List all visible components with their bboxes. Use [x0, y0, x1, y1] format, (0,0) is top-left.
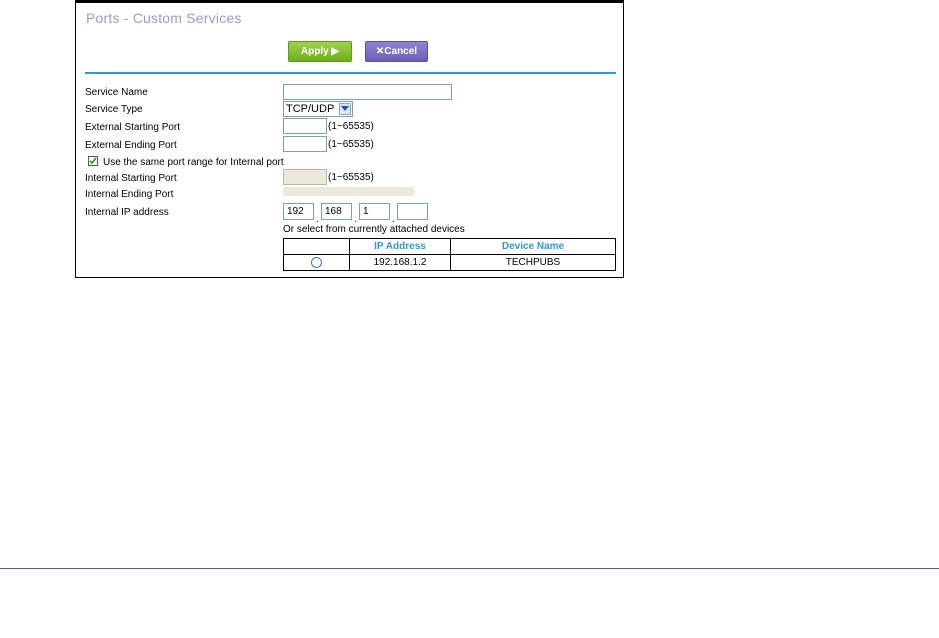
custom-services-panel: Ports - Custom Services Apply ▶ ✕Cancel …: [75, 0, 624, 278]
divider: [85, 72, 616, 74]
device-radio-button[interactable]: [311, 256, 322, 268]
device-name-cell: TECHPUBS: [450, 254, 616, 271]
page-title: Ports - Custom Services: [86, 10, 242, 26]
internal-ip-label: Internal IP address: [85, 207, 169, 218]
internal-ending-port-label: Internal Ending Port: [85, 189, 174, 200]
table-row[interactable]: 192.168.1.2 TECHPUBS: [283, 254, 616, 271]
ip-octet-2-input[interactable]: [321, 203, 352, 220]
internal-starting-port-input[interactable]: [283, 169, 327, 185]
page-footer-rule: [0, 568, 939, 569]
apply-button[interactable]: Apply ▶: [288, 41, 352, 62]
external-starting-port-label: External Starting Port: [85, 122, 181, 133]
attached-devices-table: IP Address Device Name 192.168.1.2 TECHP…: [283, 238, 616, 271]
service-type-value: TCP/UDP: [286, 103, 335, 115]
device-ip-cell: 192.168.1.2: [349, 254, 451, 271]
ip-octet-3-input[interactable]: [359, 203, 390, 220]
internal-ending-port-field: [283, 187, 414, 196]
internal-starting-port-range: (1~65535): [328, 172, 374, 183]
ip-octet-4-input[interactable]: [397, 203, 428, 220]
column-header-select: [283, 238, 350, 255]
cancel-button[interactable]: ✕Cancel: [365, 41, 428, 62]
chevron-down-icon[interactable]: [339, 103, 351, 115]
same-port-range-checkbox[interactable]: [88, 156, 98, 166]
external-ending-port-range: (1~65535): [328, 139, 374, 150]
ip-octet-1-input[interactable]: [283, 203, 314, 220]
external-ending-port-label: External Ending Port: [85, 140, 177, 151]
external-starting-port-input[interactable]: [283, 118, 327, 134]
internal-starting-port-label: Internal Starting Port: [85, 173, 177, 184]
service-name-input[interactable]: [283, 84, 452, 100]
devices-caption: Or select from currently attached device…: [283, 224, 465, 235]
table-header-row: IP Address Device Name: [283, 238, 616, 255]
service-type-label: Service Type: [85, 104, 143, 115]
external-ending-port-input[interactable]: [283, 136, 327, 152]
device-select-cell[interactable]: [283, 254, 350, 271]
column-header-ip: IP Address: [349, 238, 451, 255]
external-starting-port-range: (1~65535): [328, 121, 374, 132]
service-name-label: Service Name: [85, 87, 148, 98]
column-header-device: Device Name: [450, 238, 616, 255]
checkmark-icon: [89, 157, 97, 165]
service-type-select[interactable]: TCP/UDP: [283, 101, 353, 117]
same-port-range-label: Use the same port range for Internal por…: [103, 157, 284, 168]
